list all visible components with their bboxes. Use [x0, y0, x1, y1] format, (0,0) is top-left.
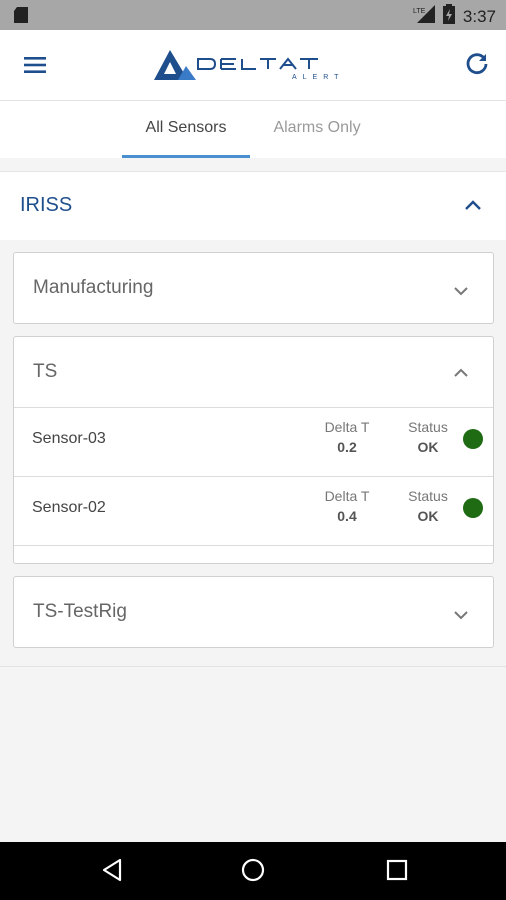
app-bar: ALERT [0, 30, 506, 101]
status-bar: LTE 3:37 [0, 0, 506, 30]
status-label: Status [408, 488, 448, 504]
status-value: OK [417, 508, 439, 524]
signal-icon: LTE [413, 5, 435, 28]
hamburger-menu-icon[interactable] [22, 54, 48, 76]
sd-card-icon [14, 7, 28, 28]
chevron-down-icon[interactable] [453, 283, 469, 301]
subgroup-title: TS [33, 361, 58, 382]
tab-all-sensors[interactable]: All Sensors [122, 101, 250, 158]
tab-alarms-only[interactable]: Alarms Only [258, 101, 376, 158]
filter-tabs: All Sensors Alarms Only [0, 101, 506, 158]
subgroup-header-manufacturing[interactable]: Manufacturing [14, 253, 493, 323]
sensor-row[interactable]: Sensor-03 Delta T 0.2 Status OK [14, 407, 493, 476]
sensor-name: Sensor-02 [32, 499, 106, 516]
subgroup-card-ts: TS Sensor-03 Delta T 0.2 Status OK Senso… [13, 336, 494, 564]
home-icon[interactable] [240, 857, 266, 888]
status-metric: Status OK [398, 419, 458, 455]
delta-t-metric: Delta T 0.2 [314, 419, 380, 455]
delta-t-label: Delta T [324, 419, 370, 435]
delta-t-metric: Delta T 0.4 [314, 488, 380, 524]
recents-icon[interactable] [385, 857, 409, 888]
subgroup-header-ts-testrig[interactable]: TS-TestRig [14, 577, 493, 647]
delta-t-alert-logo: ALERT [152, 48, 358, 84]
subgroup-title: TS-TestRig [33, 601, 127, 622]
status-indicator-dot [463, 429, 483, 449]
group-body: Manufacturing TS Sensor-03 Delta T 0.2 S… [0, 240, 506, 667]
sensor-row[interactable]: Sensor-02 Delta T 0.4 Status OK [14, 476, 493, 546]
subgroup-card-ts-testrig: TS-TestRig [13, 576, 494, 648]
subgroup-header-ts[interactable]: TS [14, 337, 493, 407]
clock-time: 3:37 [462, 6, 496, 26]
chevron-up-icon[interactable] [453, 365, 469, 383]
group-title: IRISS [20, 194, 73, 216]
system-nav-bar [0, 842, 506, 900]
subgroup-title: Manufacturing [33, 277, 154, 298]
back-icon[interactable] [100, 857, 124, 888]
sensor-name: Sensor-03 [32, 430, 106, 447]
chevron-up-icon[interactable] [464, 198, 482, 216]
status-label: Status [408, 419, 448, 435]
svg-text:LTE: LTE [413, 8, 426, 15]
status-value: OK [417, 439, 439, 455]
svg-text:ALERT: ALERT [292, 74, 344, 81]
chevron-down-icon[interactable] [453, 607, 469, 625]
delta-t-label: Delta T [324, 488, 370, 504]
status-indicator-dot [463, 498, 483, 518]
status-metric: Status OK [398, 488, 458, 524]
delta-t-value: 0.4 [337, 508, 357, 524]
subgroup-card-manufacturing: Manufacturing [13, 252, 494, 324]
refresh-icon[interactable] [464, 51, 490, 77]
delta-t-value: 0.2 [337, 439, 357, 455]
group-header-iriss[interactable]: IRISS [0, 171, 506, 241]
battery-charging-icon [442, 4, 455, 29]
